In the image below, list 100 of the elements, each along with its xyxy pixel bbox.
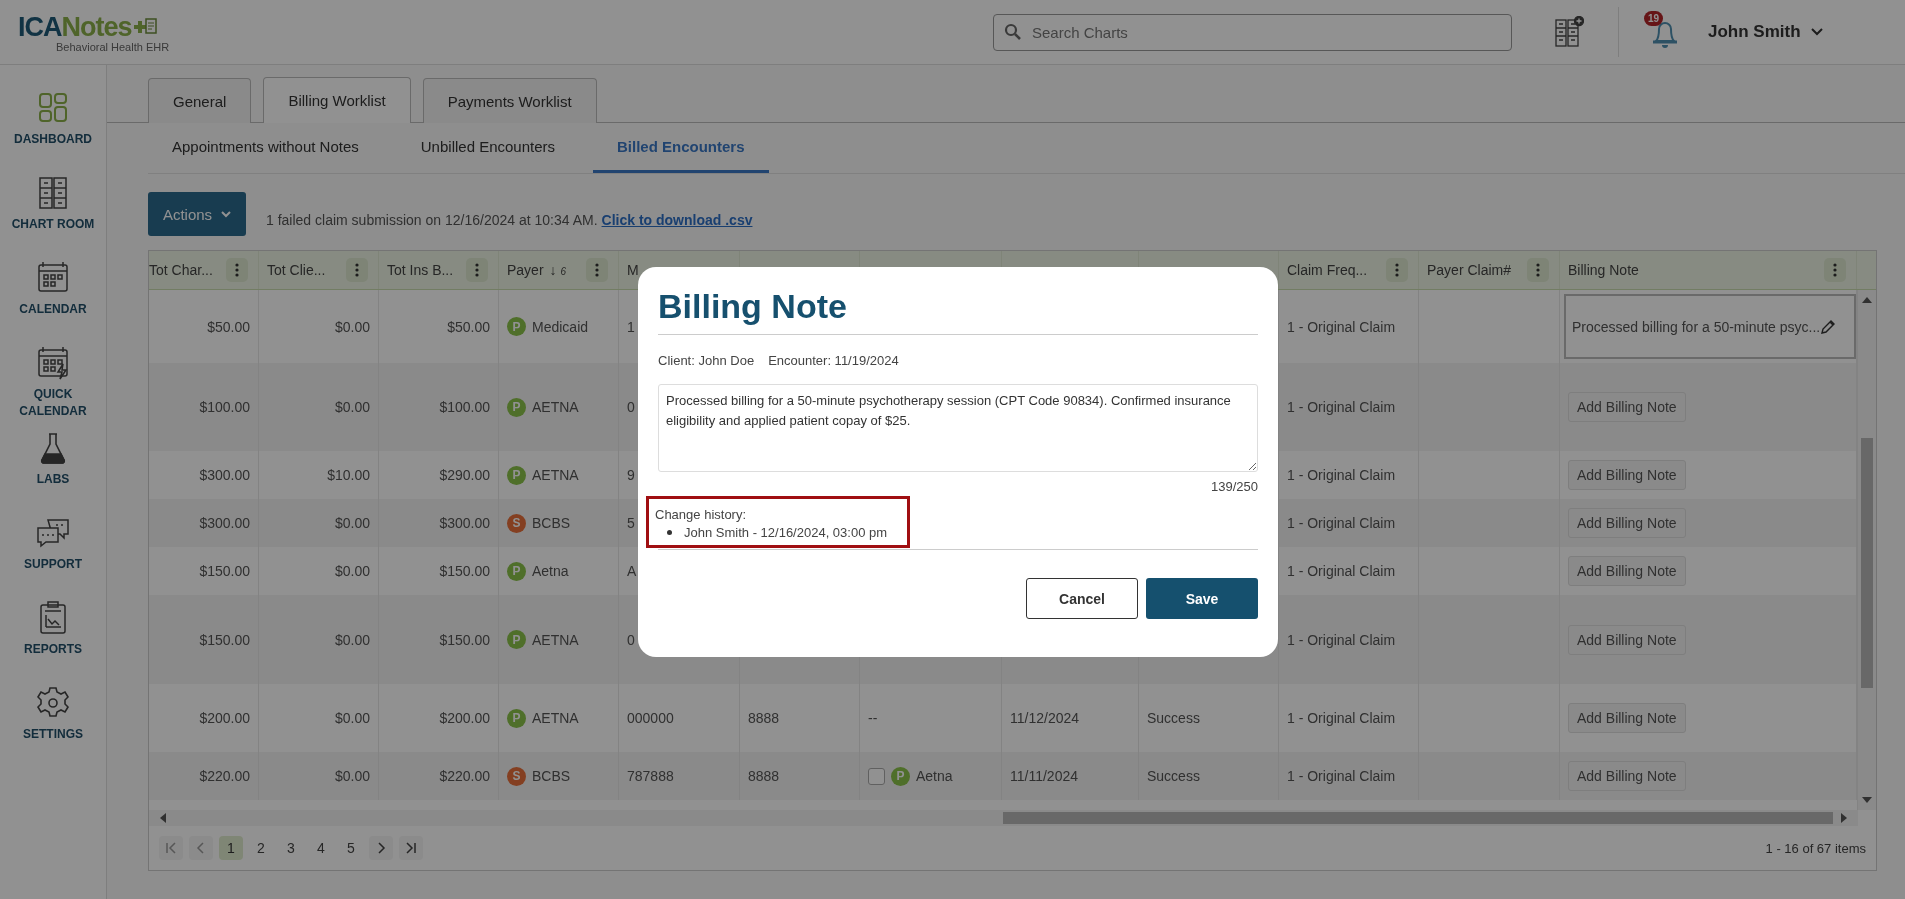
page-button[interactable]: 2 [249, 836, 273, 860]
subtab[interactable]: Billed Encounters [593, 123, 769, 173]
column-header[interactable]: Payer Claim# [1427, 262, 1512, 278]
nav-item[interactable]: QUICK CALENDAR [3, 346, 103, 423]
grid-icon [36, 91, 70, 125]
payer-name: AETNA [532, 399, 579, 415]
add-note-button[interactable]: Add Billing Note [1568, 556, 1686, 586]
payer-name: Aetna [532, 563, 569, 579]
cancel-button[interactable]: Cancel [1026, 578, 1138, 619]
chevron-right-icon [375, 842, 387, 854]
nav-item[interactable]: CALENDAR [3, 261, 103, 338]
last-page-button[interactable] [399, 836, 423, 860]
table-cell: 5 [627, 515, 635, 531]
table-cell: $50.00 [207, 318, 250, 335]
add-note-button[interactable]: Add Billing Note [1568, 703, 1686, 733]
user-menu[interactable]: John Smith [1704, 18, 1827, 46]
column-header[interactable]: Claim Freq... [1287, 262, 1368, 278]
tab[interactable]: General [148, 78, 252, 123]
pencil-icon[interactable] [1820, 318, 1837, 335]
column-header[interactable]: Tot Char... [149, 262, 213, 278]
add-note-button[interactable]: Add Billing Note [1568, 508, 1686, 538]
status-message: 1 failed claim submission on 12/16/2024 at 10:34 AM. [266, 212, 598, 228]
sort-indicator: ↓ 6 [549, 262, 567, 278]
dialog-title: Billing Note [658, 283, 1258, 335]
checkbox[interactable] [868, 767, 885, 785]
cabinet-icon [36, 176, 70, 210]
column-menu-button[interactable] [1824, 258, 1846, 282]
character-counter: 139/250 [1211, 479, 1258, 494]
vertical-scrollbar[interactable] [1857, 290, 1876, 810]
nav-item[interactable]: CHART ROOM [3, 176, 103, 253]
horizontal-scrollbar[interactable] [149, 810, 1858, 826]
add-note-button[interactable]: Add Billing Note [1568, 624, 1686, 655]
column-menu-button[interactable] [466, 258, 488, 282]
logo-text: ICANotes [18, 11, 132, 43]
save-button[interactable]: Save [1146, 578, 1258, 619]
table-cell: $50.00 [447, 318, 490, 335]
table-cell: $100.00 [439, 399, 490, 415]
table-cell: $0.00 [334, 515, 370, 531]
page-button[interactable]: 5 [339, 836, 363, 860]
column-header[interactable]: Payer [507, 262, 544, 278]
nav-item[interactable]: SETTINGS [3, 686, 103, 763]
table-cell: 11/11/2024 [1010, 768, 1078, 784]
subtab[interactable]: Unbilled Encounters [396, 123, 580, 173]
nav-item[interactable]: DASHBOARD [3, 91, 103, 168]
column-menu-button[interactable] [226, 258, 248, 282]
subtab[interactable]: Appointments without Notes [148, 123, 383, 173]
column-header[interactable]: M [627, 262, 639, 278]
client-label: Client: John Doe [658, 353, 755, 368]
column-header[interactable]: Tot Clie... [267, 262, 326, 278]
table-cell: $200.00 [439, 710, 490, 726]
page-button[interactable]: 1 [219, 836, 243, 860]
chat-bubbles-icon [36, 516, 70, 550]
table-cell: -- [868, 710, 878, 726]
history-entry: John Smith - 12/16/2024, 03:00 pm [684, 525, 888, 540]
settings-icon [36, 686, 70, 720]
nav-item[interactable]: SUPPORT [3, 516, 103, 593]
kebab-icon [1536, 263, 1540, 277]
table-cell: 11/12/2024 [1010, 710, 1080, 726]
column-menu-button[interactable] [1386, 258, 1408, 282]
payer-name: Medicaid [532, 318, 589, 335]
column-menu-button[interactable] [346, 258, 368, 282]
first-page-icon [165, 842, 177, 854]
column-header[interactable]: Billing Note [1568, 262, 1639, 278]
note-textarea[interactable]: Processed billing for a 50-minute psychotherapy session (CPT Code 90834). Confirmed insurance eligibility and applied patient copay of $25. [658, 384, 1258, 472]
actions-button[interactable]: Actions [148, 192, 246, 236]
table-cell: $150.00 [439, 563, 490, 579]
tab[interactable]: Payments Worklist [422, 78, 597, 123]
table-cell: $150.00 [439, 631, 490, 648]
chevron-down-icon [1810, 28, 1823, 36]
column-menu-button[interactable] [1527, 258, 1549, 282]
table-cell: 1 - Original Claim [1287, 467, 1396, 483]
nav-item[interactable]: LABS [3, 431, 103, 508]
notification-badge: 19 [1644, 11, 1664, 26]
table-cell: $0.00 [334, 399, 370, 415]
add-note-button[interactable]: Add Billing Note [1568, 761, 1686, 791]
table-cell: $300.00 [199, 467, 250, 483]
payer-badge: P [507, 630, 526, 649]
table-cell: 1 - Original Claim [1287, 710, 1396, 726]
page-button[interactable]: 4 [309, 836, 333, 860]
payer-name: Aetna [916, 768, 953, 784]
tab[interactable]: Billing Worklist [263, 77, 411, 123]
nav-item[interactable]: REPORTS [3, 601, 103, 678]
table-cell: $0.00 [334, 710, 370, 726]
chevron-left-icon [195, 842, 207, 854]
add-chart-icon[interactable] [1554, 16, 1584, 48]
table-cell: 9 [627, 467, 635, 483]
payer-badge: S [507, 766, 526, 786]
download-link[interactable]: Click to download .csv [601, 212, 753, 228]
note-cell[interactable]: Processed billing for a 50-minute psyc... [1564, 294, 1856, 359]
column-header[interactable]: Tot Ins B... [387, 262, 454, 278]
add-note-button[interactable]: Add Billing Note [1568, 460, 1686, 490]
table-cell: $300.00 [199, 515, 250, 531]
search-field[interactable]: Search Charts [993, 13, 1512, 51]
table-cell: $0.00 [334, 318, 370, 335]
payer-name: AETNA [532, 710, 579, 726]
column-menu-button[interactable] [586, 258, 608, 282]
table-cell: $220.00 [439, 768, 490, 784]
add-note-button[interactable]: Add Billing Note [1568, 392, 1686, 422]
page-button[interactable]: 3 [279, 836, 303, 860]
table-cell: $220.00 [199, 768, 250, 784]
